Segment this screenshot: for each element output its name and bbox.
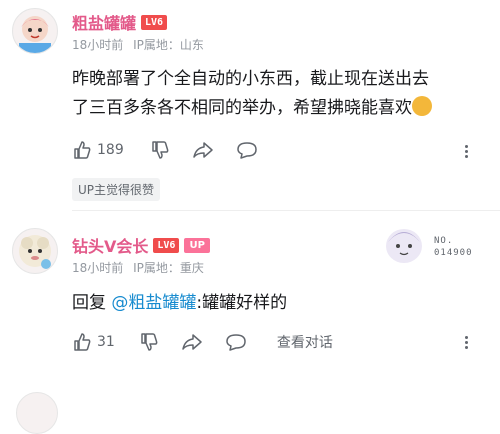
reply-button[interactable] — [236, 140, 258, 160]
badge-character-icon — [386, 229, 422, 263]
dislike-button[interactable] — [139, 332, 159, 352]
thumbs-up-icon — [74, 141, 91, 159]
view-conversation-link[interactable]: 查看对话 — [277, 332, 333, 352]
mention-link[interactable]: @粗盐罐罐 — [111, 293, 196, 313]
action-bar: 189 — [72, 140, 258, 160]
more-icon[interactable] — [465, 334, 469, 351]
reply-button[interactable] — [225, 332, 247, 352]
like-button[interactable]: 189 — [72, 140, 124, 160]
avatar[interactable] — [12, 228, 58, 274]
comment-icon — [236, 142, 257, 159]
fan-badge[interactable]: NO. 014900 — [376, 218, 486, 268]
comment-content: 回复 @粗盐罐罐:罐罐好样的 — [72, 289, 287, 318]
like-count: 189 — [97, 142, 124, 158]
level-badge: LV6 — [141, 14, 168, 30]
comment-content: 昨晚部署了个全自动的小东西，截止现在送出去 了三百多条各不相同的举办，希望拂晓能… — [72, 65, 492, 123]
user-header: 钻头V会长 LV6 UP — [72, 233, 210, 257]
avatar[interactable] — [12, 8, 58, 54]
comment-text: 了三百多条各不相同的举办，希望拂晓能喜欢 — [72, 98, 412, 118]
up-badge: UP — [184, 237, 210, 253]
timestamp: 18小时前 — [72, 261, 124, 275]
share-button[interactable] — [181, 332, 203, 352]
reply-prefix: 回复 — [72, 293, 106, 313]
comment-meta: 18小时前 IP属地：重庆 — [72, 259, 204, 276]
level-badge: LV6 — [153, 237, 180, 253]
comment-meta: 18小时前 IP属地：山东 — [72, 36, 204, 53]
share-icon — [182, 334, 202, 350]
user-header: 粗盐罐罐 LV6 — [72, 10, 168, 34]
timestamp: 18小时前 — [72, 38, 124, 52]
emoji-icon — [412, 96, 432, 116]
badge-number: 014900 — [434, 248, 473, 258]
ip-location: IP属地：山东 — [133, 38, 204, 52]
comment-text-line-2: 了三百多条各不相同的举办，希望拂晓能喜欢 — [72, 94, 492, 123]
username[interactable]: 粗盐罐罐 — [72, 10, 136, 34]
up-liked-tag: UP主觉得很赞 — [72, 178, 161, 201]
avatar[interactable] — [16, 392, 58, 434]
reply-text: :罐罐好样的 — [196, 293, 288, 313]
divider — [72, 210, 500, 211]
comment-text-line: 昨晚部署了个全自动的小东西，截止现在送出去 — [72, 69, 429, 89]
dislike-button[interactable] — [150, 140, 170, 160]
more-icon[interactable] — [465, 143, 469, 160]
ip-location: IP属地：重庆 — [133, 261, 204, 275]
thumbs-up-icon — [74, 333, 91, 351]
avatar-illustration-icon — [19, 16, 51, 53]
comment-icon — [226, 334, 246, 351]
thumbs-down-icon — [151, 141, 169, 159]
like-button[interactable]: 31 — [72, 332, 115, 352]
share-button[interactable] — [192, 140, 214, 160]
share-icon — [192, 142, 213, 158]
like-count: 31 — [97, 334, 115, 350]
thumbs-down-icon — [141, 333, 158, 351]
avatar-illustration-icon — [19, 235, 51, 269]
badge-label: NO. — [434, 236, 454, 246]
username[interactable]: 钻头V会长 — [72, 233, 148, 257]
action-bar: 31 查看对话 — [72, 332, 333, 352]
